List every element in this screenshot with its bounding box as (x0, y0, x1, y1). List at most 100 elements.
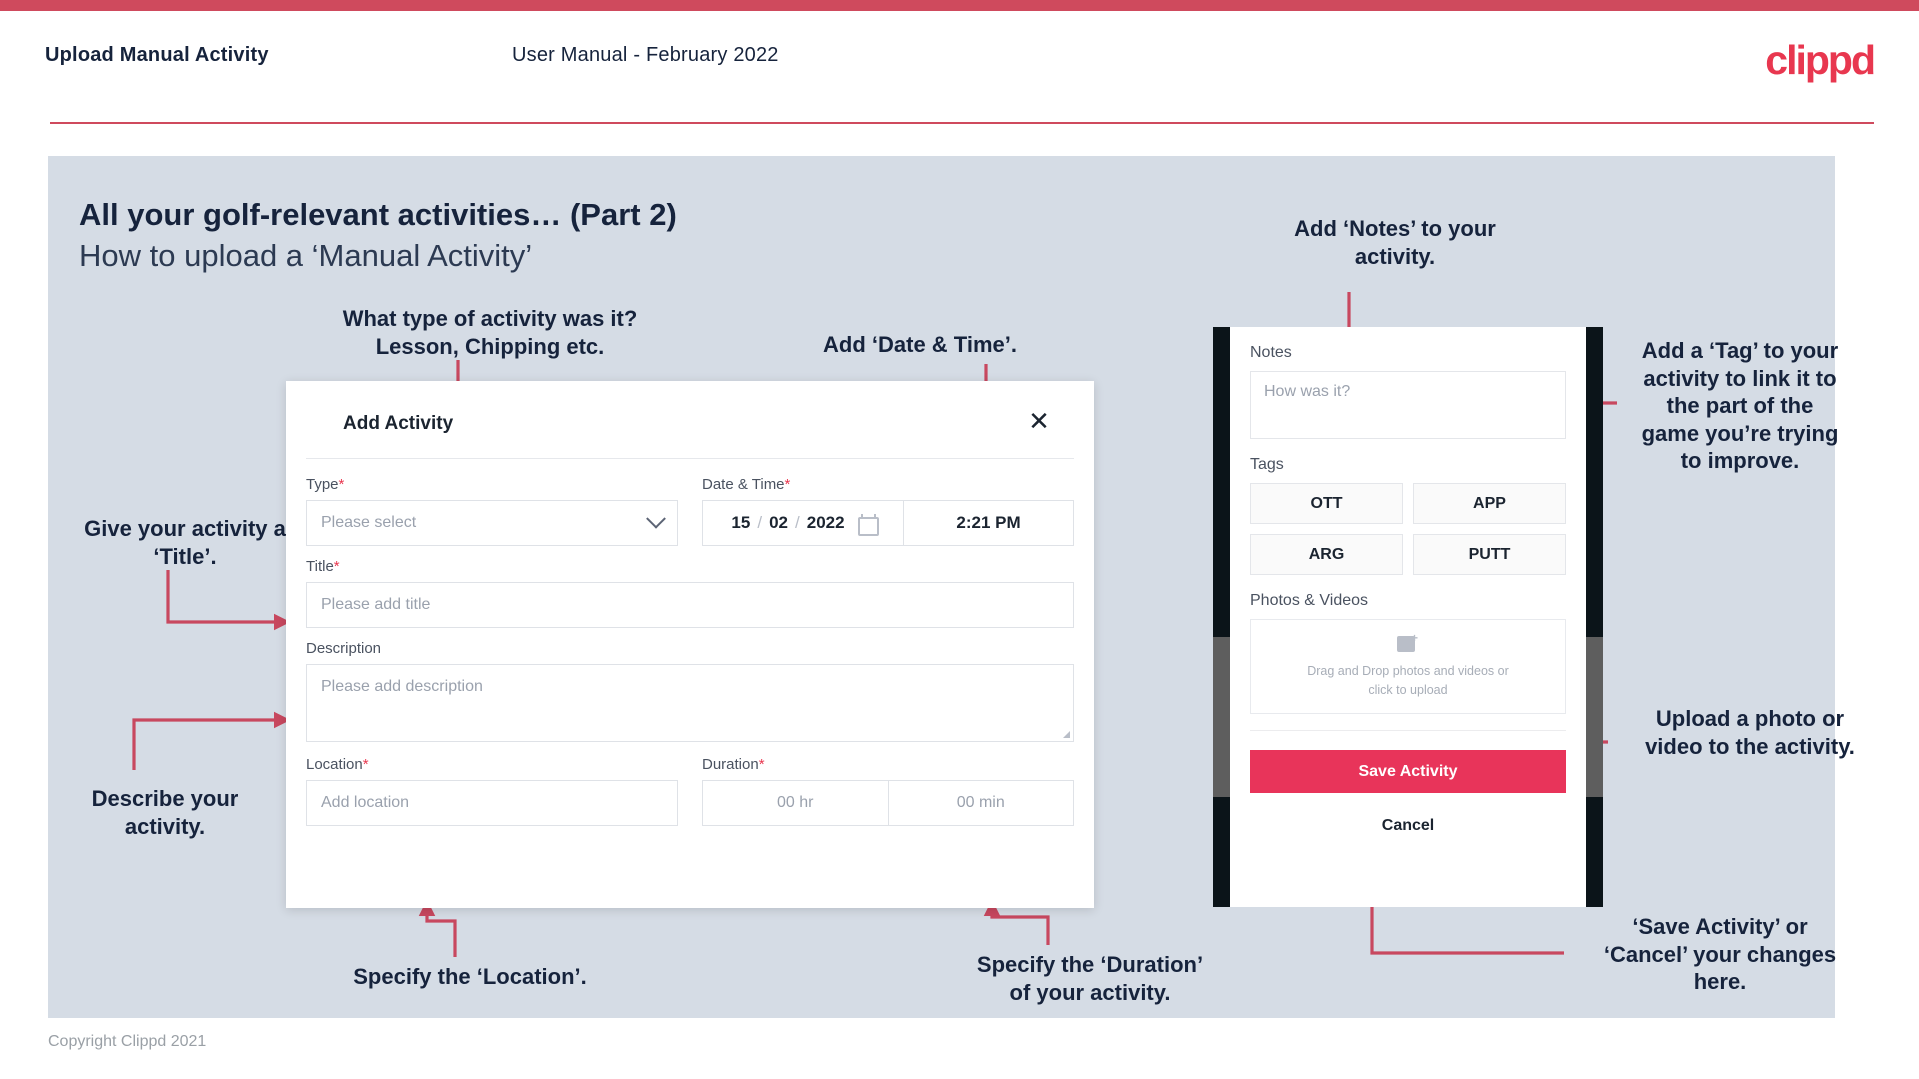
header-left-title: Upload Manual Activity (45, 44, 269, 66)
field-type: Type* Please select (306, 476, 678, 546)
slide-page: Upload Manual Activity User Manual - Feb… (0, 0, 1919, 1079)
title-input[interactable]: Please add title (306, 582, 1074, 628)
image-add-icon: + (1397, 632, 1419, 653)
required-asterisk: * (784, 476, 791, 493)
duration-minutes-placeholder: 00 min (956, 794, 1005, 811)
slide-title-primary: All your golf-relevant activities… (Part… (79, 197, 677, 232)
annotation-type: What type of activity was it? Lesson, Ch… (330, 305, 650, 360)
tags-grid: OTT APP ARG PUTT (1250, 483, 1566, 575)
tags-label: Tags (1250, 456, 1284, 473)
date-year: 2022 (806, 513, 845, 532)
cancel-button[interactable]: Cancel (1250, 817, 1566, 835)
annotation-upload-line2: video to the activity. (1645, 733, 1855, 759)
date-separator: / (757, 513, 763, 532)
annotation-describe: Describe your activity. (45, 785, 285, 840)
form-row-type-datetime: Type* Please select Date & Time* 15 / 02… (306, 476, 1074, 558)
field-duration: Duration* 00 hr 00 min (702, 756, 1074, 826)
field-description: Description Please add description (306, 640, 1074, 742)
annotation-tag-line5: to improve. (1680, 448, 1800, 473)
phone-bezel-left (1213, 327, 1230, 907)
annotation-location: Specify the ‘Location’. (353, 964, 587, 989)
dropzone-text: Drag and Drop photos and videos or click… (1307, 662, 1509, 700)
annotation-tag-line1: Add a ‘Tag’ to your (1641, 338, 1839, 363)
save-activity-button[interactable]: Save Activity (1250, 750, 1566, 793)
annotation-describe-line1: Describe your (91, 786, 239, 811)
add-activity-dialog: Add Activity ✕ Type* Please select Date … (286, 381, 1094, 908)
annotation-tag-line2: activity to link it to (1643, 365, 1837, 391)
annotation-notes-line2: activity. (1354, 243, 1436, 269)
type-label: Type* (306, 476, 345, 493)
tag-button-arg[interactable]: ARG (1250, 534, 1403, 575)
date-input[interactable]: 15 / 02 / 2022 (703, 501, 903, 545)
annotation-title-line2: ‘Title’. (153, 543, 217, 569)
footer-copyright: Copyright Clippd 2021 (48, 1033, 207, 1050)
location-placeholder: Add location (321, 794, 410, 811)
annotation-upload-line1: Upload a photo or (1655, 706, 1845, 731)
slide-title-secondary: How to upload a ‘Manual Activity’ (79, 238, 533, 273)
description-textarea[interactable]: Please add description (306, 664, 1074, 742)
required-asterisk: * (758, 756, 765, 773)
date-month: 02 (769, 513, 788, 532)
time-value: 2:21 PM (956, 513, 1021, 532)
dropzone-line1: Drag and Drop photos and videos or (1307, 663, 1509, 678)
duration-controls: 00 hr 00 min (702, 780, 1074, 826)
location-label: Location* (306, 756, 369, 773)
annotation-type-line2: Lesson, Chipping etc. (375, 333, 605, 359)
annotation-duration-line2: of your activity. (1009, 979, 1171, 1005)
time-input[interactable]: 2:21 PM (903, 501, 1073, 545)
annotation-upload: Upload a photo or video to the activity. (1620, 705, 1880, 760)
required-asterisk: * (338, 476, 345, 493)
phone-scrollbar-right (1586, 637, 1603, 797)
annotation-title-line1: Give your activity a (84, 516, 286, 541)
title-placeholder: Please add title (321, 596, 431, 613)
description-placeholder: Please add description (321, 678, 483, 695)
dialog-header-divider (306, 458, 1074, 459)
tag-button-app[interactable]: APP (1413, 483, 1566, 524)
tag-button-ott[interactable]: OTT (1250, 483, 1403, 524)
annotation-notes-line1: Add ‘Notes’ to your (1294, 216, 1496, 241)
duration-minutes-input[interactable]: 00 min (887, 781, 1074, 825)
annotation-title: Give your activity a ‘Title’. (45, 515, 325, 570)
chevron-down-icon (646, 508, 666, 529)
annotation-save-cancel-line1: ‘Save Activity’ or (1632, 914, 1808, 939)
annotation-tag: Add a ‘Tag’ to your activity to link it … (1615, 337, 1865, 475)
calendar-icon[interactable] (857, 514, 879, 536)
phone-scrollbar-left (1213, 637, 1230, 797)
description-label: Description (306, 640, 382, 657)
notes-label: Notes (1250, 344, 1292, 361)
form-row-location-duration: Location* Add location Duration* 00 hr 0… (306, 756, 1074, 838)
location-input[interactable]: Add location (306, 780, 678, 826)
header-center-title: User Manual - February 2022 (512, 44, 779, 66)
annotation-duration: Specify the ‘Duration’ of your activity. (940, 951, 1240, 1006)
notes-textarea[interactable]: How was it? (1250, 371, 1566, 439)
phone-divider (1250, 730, 1566, 731)
dialog-title: Add Activity (343, 413, 454, 434)
close-icon[interactable]: ✕ (1024, 406, 1054, 436)
duration-hours-placeholder: 00 hr (777, 794, 814, 811)
dialog-form: Type* Please select Date & Time* 15 / 02… (306, 476, 1074, 838)
annotation-tag-line4: game you’re trying (1641, 420, 1839, 446)
date-day: 15 (731, 513, 751, 532)
annotation-save-cancel: ‘Save Activity’ or ‘Cancel’ your changes… (1570, 913, 1870, 996)
title-label: Title* (306, 558, 340, 575)
header-divider (50, 122, 1874, 124)
phone-mockup: Notes How was it? Tags OTT APP ARG PUTT … (1213, 327, 1603, 907)
tag-button-putt[interactable]: PUTT (1413, 534, 1566, 575)
type-placeholder: Please select (321, 514, 417, 531)
field-title: Title* Please add title (306, 558, 1074, 628)
annotation-notes: Add ‘Notes’ to your activity. (1230, 215, 1560, 270)
photo-dropzone[interactable]: + Drag and Drop photos and videos or cli… (1250, 619, 1566, 714)
annotation-duration-line1: Specify the ‘Duration’ (976, 952, 1204, 977)
photos-videos-label: Photos & Videos (1250, 592, 1369, 609)
duration-hours-input[interactable]: 00 hr (703, 781, 888, 825)
top-accent-bar (0, 0, 1919, 11)
phone-content: Notes How was it? Tags OTT APP ARG PUTT … (1230, 327, 1586, 835)
clippd-logo: clippd (1765, 37, 1876, 83)
annotation-datetime: Add ‘Date & Time’. (823, 332, 1017, 357)
annotation-tag-line3: the part of the (1666, 393, 1814, 418)
type-select[interactable]: Please select (306, 500, 678, 546)
datetime-controls: 15 / 02 / 2022 2:21 PM (702, 500, 1074, 546)
annotation-save-cancel-line3: here. (1693, 969, 1747, 994)
datetime-label: Date & Time* (702, 476, 791, 493)
annotation-describe-line2: activity. (124, 813, 206, 839)
